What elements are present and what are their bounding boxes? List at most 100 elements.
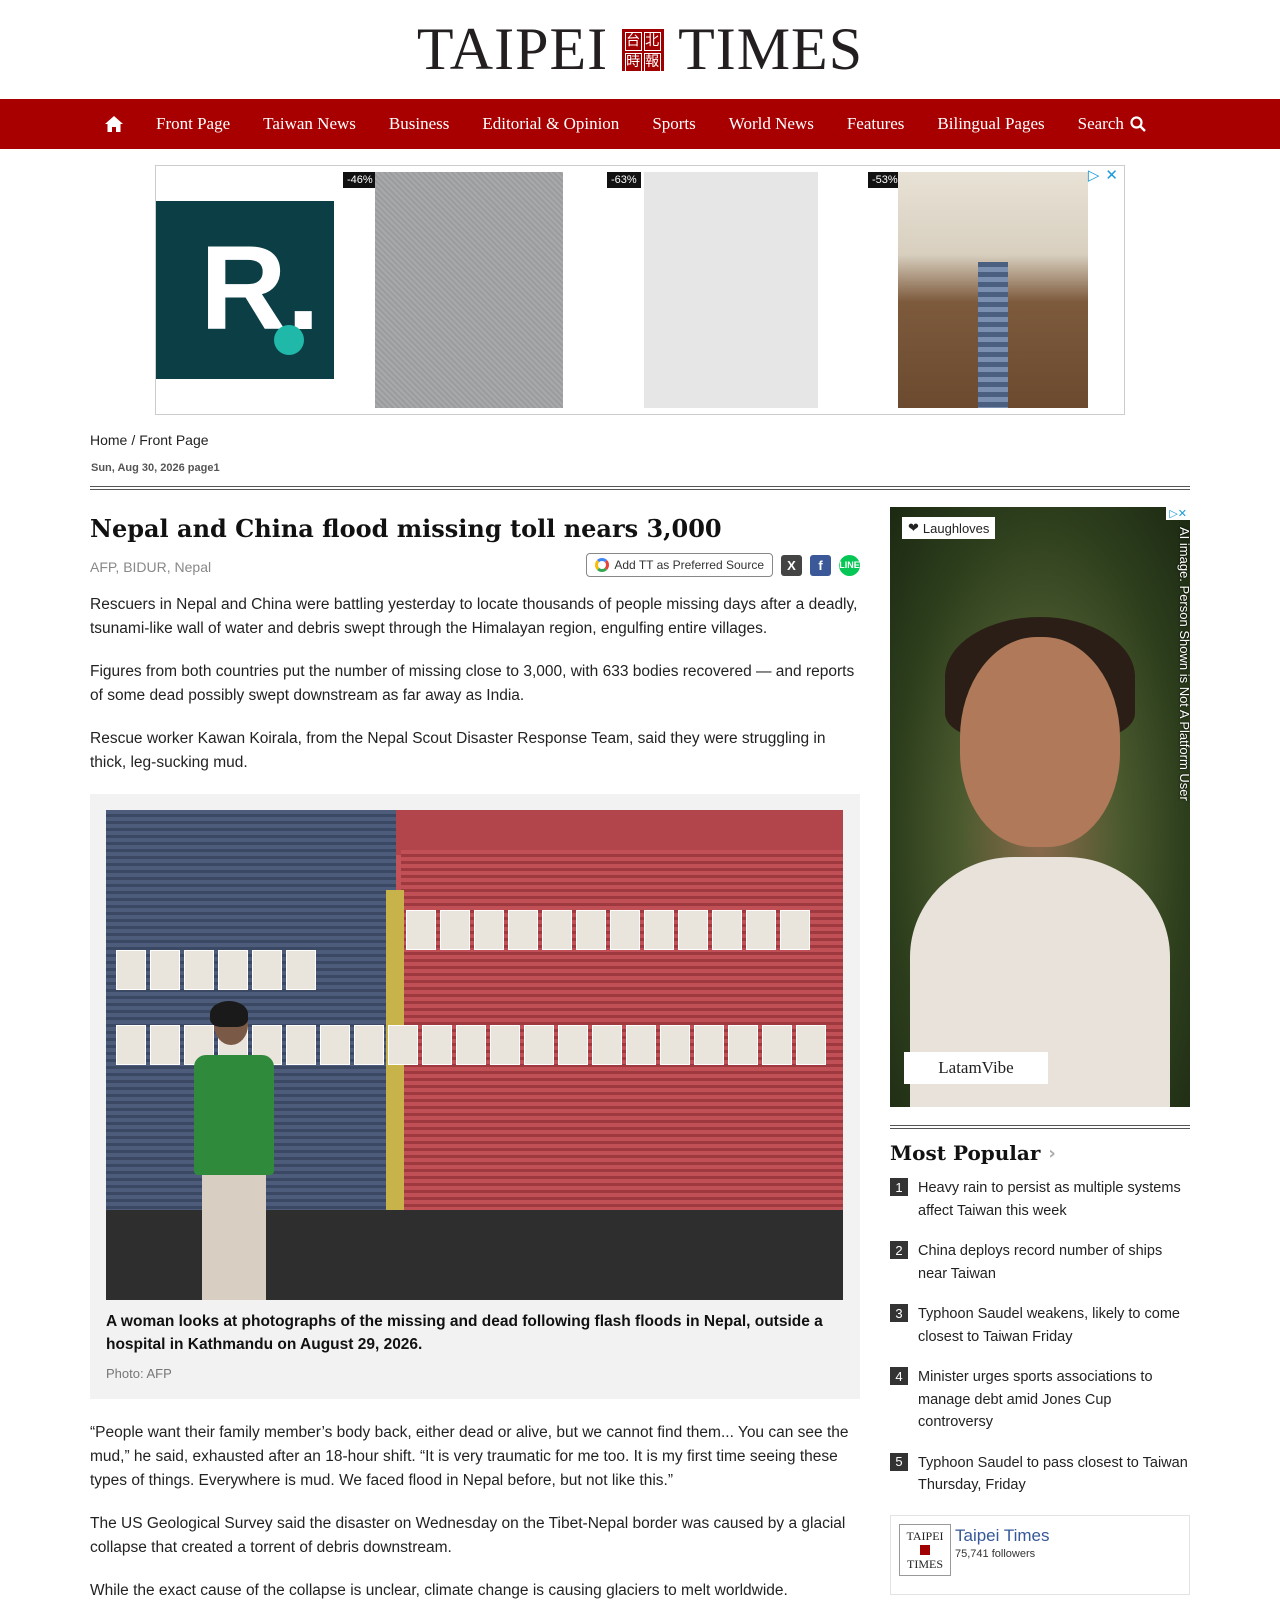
seal-char: 北	[644, 31, 662, 51]
fb-logo-seal	[920, 1544, 930, 1555]
nav-features[interactable]: Features	[847, 114, 905, 134]
sidebar-ad[interactable]: ❤ Laughloves LatamVibe AI image. Person …	[890, 507, 1190, 1107]
most-popular-link[interactable]: Minister urges sports associations to ma…	[918, 1366, 1190, 1434]
close-icon[interactable]: ✕	[1105, 166, 1118, 184]
byline-row: AFP, BIDUR, Nepal Add TT as Preferred So…	[90, 553, 860, 593]
article-paragraph: Rescuers in Nepal and China were battlin…	[90, 596, 858, 637]
article-photo[interactable]	[106, 810, 843, 1300]
nav-front-page[interactable]: Front Page	[156, 114, 230, 134]
ad-brand-bottom: LatamVibe	[904, 1052, 1048, 1084]
top-banner-ad[interactable]: R. -46% -63% -53% ▷ ✕	[155, 165, 1125, 415]
ad-choices[interactable]: ▷ ✕	[1088, 166, 1118, 184]
facebook-followers: 75,741 followers	[955, 1547, 1036, 1560]
article-headline: Nepal and China flood missing toll nears…	[90, 514, 722, 543]
article-paragraph: The US Geological Survey said the disast…	[90, 1515, 846, 1556]
site-logo[interactable]: TAIPEI 台 北 時 報 TIMES	[417, 15, 863, 84]
most-popular-link[interactable]: Typhoon Saudel weakens, likely to come c…	[918, 1303, 1190, 1348]
photo-strip	[406, 910, 810, 950]
google-icon	[595, 558, 610, 572]
seal-char: 時	[625, 52, 643, 72]
breadcrumb-separator: /	[131, 432, 136, 448]
sidebar: ❤ Laughloves LatamVibe AI image. Person …	[890, 507, 1190, 1595]
table-runner	[978, 262, 1008, 408]
publish-date: Sun, Aug 30, 2026 page1	[91, 462, 220, 474]
adchoices-icon[interactable]: ▷	[1088, 166, 1100, 184]
logo-seal-icon: 台 北 時 報	[622, 28, 665, 72]
ad-brand-logo: R.	[156, 201, 334, 379]
nav-sports[interactable]: Sports	[652, 114, 695, 134]
ad-brand-top-label: Laughloves	[922, 520, 990, 536]
most-popular-item[interactable]: 5 Typhoon Saudel to pass closest to Taiw…	[890, 1452, 1190, 1497]
photo-shutter-top	[346, 810, 843, 855]
article-paragraph: While the exact cause of the collapse is…	[90, 1582, 788, 1599]
most-popular-link[interactable]: Heavy rain to persist as multiple system…	[918, 1177, 1190, 1222]
ad-product-image[interactable]	[375, 172, 563, 408]
search-icon	[1130, 116, 1146, 132]
nav-search[interactable]: Search	[1078, 114, 1146, 134]
article: Nepal and China flood missing toll nears…	[90, 508, 860, 1600]
breadcrumb-section[interactable]: Front Page	[139, 432, 208, 448]
masthead: TAIPEI 台 北 時 報 TIMES	[0, 0, 1280, 99]
preferred-source-label: Add TT as Preferred Source	[614, 558, 764, 572]
ad-person-face	[960, 637, 1120, 847]
preferred-source-button[interactable]: Add TT as Preferred Source	[586, 553, 773, 577]
share-bar: Add TT as Preferred Source X f LINE	[586, 553, 860, 577]
photo-woman	[176, 1001, 286, 1300]
ad-discount-badge: -53%	[868, 172, 902, 188]
nav-world-news[interactable]: World News	[729, 114, 814, 134]
photo-strip	[116, 950, 316, 990]
rank-badge: 4	[890, 1367, 908, 1385]
article-paragraph: Figures from both countries put the numb…	[90, 663, 855, 704]
facebook-page-name[interactable]: Taipei Times	[955, 1526, 1049, 1546]
fb-logo-top: TAIPEI	[906, 1528, 944, 1543]
seal-char: 台	[625, 31, 643, 51]
seal-char: 報	[644, 52, 662, 72]
nav-taiwan-news[interactable]: Taiwan News	[263, 114, 356, 134]
home-icon[interactable]	[104, 113, 126, 135]
chevron-right-icon: ›	[1048, 1142, 1056, 1164]
ad-product-image[interactable]	[898, 172, 1088, 408]
most-popular-link[interactable]: China deploys record number of ships nea…	[918, 1240, 1190, 1285]
logo-text-left: TAIPEI	[416, 16, 609, 82]
heart-icon: ❤	[908, 520, 919, 535]
article-paragraph: Rescue worker Kawan Koirala, from the Ne…	[90, 730, 826, 771]
rank-badge: 3	[890, 1304, 908, 1322]
share-facebook-icon[interactable]: f	[810, 554, 831, 576]
most-popular-title[interactable]: Most Popular ›	[890, 1141, 1190, 1165]
breadcrumb: Home / Front Page	[90, 432, 209, 448]
nav-business[interactable]: Business	[389, 114, 449, 134]
logo-text-right: TIMES	[678, 16, 864, 82]
facebook-page-widget[interactable]: TAIPEI TIMES Taipei Times 75,741 followe…	[890, 1514, 1190, 1595]
article-figure: A woman looks at photographs of the miss…	[90, 794, 860, 1399]
most-popular-link[interactable]: Typhoon Saudel to pass closest to Taiwan…	[918, 1452, 1190, 1497]
rank-badge: 5	[890, 1452, 908, 1471]
fb-logo-bottom: TIMES	[907, 1556, 943, 1571]
most-popular-item[interactable]: 2 China deploys record number of ships n…	[890, 1240, 1190, 1285]
divider	[90, 486, 1190, 490]
most-popular-item[interactable]: 4 Minister urges sports associations to …	[890, 1366, 1190, 1434]
adchoices-icon[interactable]: ▷✕	[1166, 507, 1190, 520]
photo-caption: A woman looks at photographs of the miss…	[106, 1313, 823, 1353]
main-nav: Front Page Taiwan News Business Editoria…	[0, 99, 1280, 149]
ad-discount-badge: -46%	[343, 172, 377, 188]
rank-badge: 1	[890, 1178, 908, 1196]
most-popular-label: Most Popular	[890, 1141, 1041, 1165]
facebook-page-logo[interactable]: TAIPEI TIMES	[899, 1523, 951, 1576]
nav-editorial-opinion[interactable]: Editorial & Opinion	[482, 114, 619, 134]
photo-credit: Photo: AFP	[106, 1366, 172, 1381]
share-line-icon[interactable]: LINE	[839, 554, 860, 576]
article-paragraph: “People want their family member’s body …	[90, 1424, 849, 1489]
share-x-icon[interactable]: X	[781, 554, 802, 576]
article-byline: AFP, BIDUR, Nepal	[90, 559, 212, 575]
breadcrumb-home[interactable]: Home	[90, 432, 127, 448]
ad-brand-top: ❤ Laughloves	[902, 517, 996, 539]
ad-disclaimer: AI image. Person Shown is Not A Platform…	[1177, 527, 1190, 801]
ad-discount-badge: -63%	[607, 172, 641, 188]
most-popular-item[interactable]: 3 Typhoon Saudel weakens, likely to come…	[890, 1303, 1190, 1348]
most-popular-item[interactable]: 1 Heavy rain to persist as multiple syst…	[890, 1177, 1190, 1222]
divider	[890, 1125, 1190, 1129]
nav-search-label: Search	[1077, 114, 1124, 133]
ad-product-image[interactable]	[644, 172, 818, 408]
most-popular-list: 1 Heavy rain to persist as multiple syst…	[890, 1177, 1190, 1497]
nav-bilingual-pages[interactable]: Bilingual Pages	[937, 114, 1044, 134]
